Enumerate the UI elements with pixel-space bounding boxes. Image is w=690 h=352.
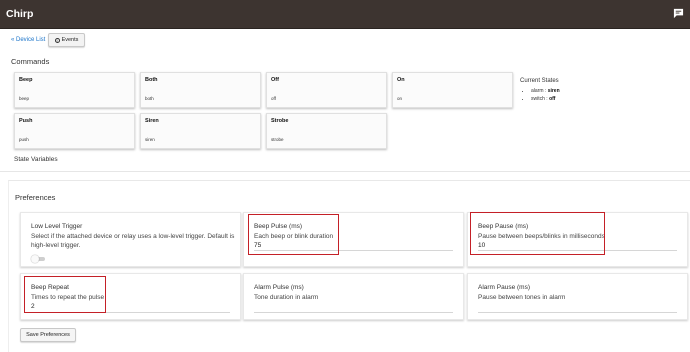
divider	[0, 171, 690, 172]
chat-icon[interactable]	[673, 8, 684, 19]
pref-low-level-trigger: Low Level Trigger Select if the attached…	[20, 212, 241, 267]
state-name: switch	[531, 96, 545, 102]
state-variables-heading: State Variables	[14, 156, 58, 163]
highlight-box	[248, 214, 339, 255]
low-level-trigger-toggle[interactable]	[31, 255, 45, 263]
pref-title: Alarm Pulse (ms)	[254, 284, 304, 291]
state-item: switch : off	[531, 96, 560, 102]
state-value: off	[549, 96, 556, 102]
highlight-box	[24, 276, 106, 313]
command-siren[interactable]: Siren siren	[140, 113, 261, 149]
save-preferences-button[interactable]: Save Preferences	[20, 328, 76, 342]
input-underline	[478, 312, 677, 313]
state-item: alarm : siren	[531, 88, 560, 94]
command-arg: beep	[19, 96, 30, 101]
events-label: Events	[61, 37, 79, 43]
command-arg: push	[19, 137, 29, 142]
info-icon: i	[54, 37, 60, 43]
command-arg: off	[271, 96, 276, 101]
command-off[interactable]: Off off	[266, 72, 387, 108]
pref-alarm-pulse[interactable]: Alarm Pulse (ms) Tone duration in alarm	[243, 273, 464, 320]
current-states: Current States alarm : siren switch : of…	[520, 78, 560, 104]
pref-description: Select if the attached device or relay u…	[31, 233, 235, 249]
command-beep[interactable]: Beep beep	[14, 72, 135, 108]
pref-description: Pause between tones in alarm	[478, 294, 566, 301]
command-label: Beep	[19, 77, 33, 83]
commands-heading: Commands	[11, 57, 50, 66]
toggle-knob	[31, 255, 39, 263]
state-name: alarm	[531, 88, 544, 94]
command-label: Siren	[145, 118, 159, 124]
pref-title: Alarm Pause (ms)	[478, 284, 531, 291]
command-both[interactable]: Both both	[140, 72, 261, 108]
command-on[interactable]: On on	[392, 72, 513, 108]
command-arg: siren	[145, 137, 155, 142]
command-strobe[interactable]: Strobe strobe	[266, 113, 387, 149]
command-label: Off	[271, 77, 279, 83]
app-title: Chirp	[6, 8, 34, 20]
command-label: Push	[19, 118, 33, 124]
pref-title: Low Level Trigger	[31, 223, 83, 230]
command-arg: on	[397, 96, 403, 101]
state-value: siren	[547, 88, 560, 94]
top-bar: Chirp	[0, 0, 690, 29]
command-push[interactable]: Push push	[14, 113, 135, 149]
command-label: Strobe	[271, 118, 289, 124]
device-list-link[interactable]: « Device List	[11, 37, 45, 43]
preferences-heading: Preferences	[15, 193, 56, 202]
command-label: Both	[145, 77, 158, 83]
pref-description: Tone duration in alarm	[254, 294, 319, 301]
input-underline	[254, 312, 453, 313]
command-arg: strobe	[271, 137, 284, 142]
events-button[interactable]: i Events	[48, 33, 85, 47]
command-label: On	[397, 77, 405, 83]
pref-alarm-pause[interactable]: Alarm Pause (ms) Pause between tones in …	[467, 273, 688, 320]
highlight-box	[470, 212, 605, 255]
current-states-heading: Current States	[520, 78, 559, 84]
command-arg: both	[145, 96, 154, 101]
